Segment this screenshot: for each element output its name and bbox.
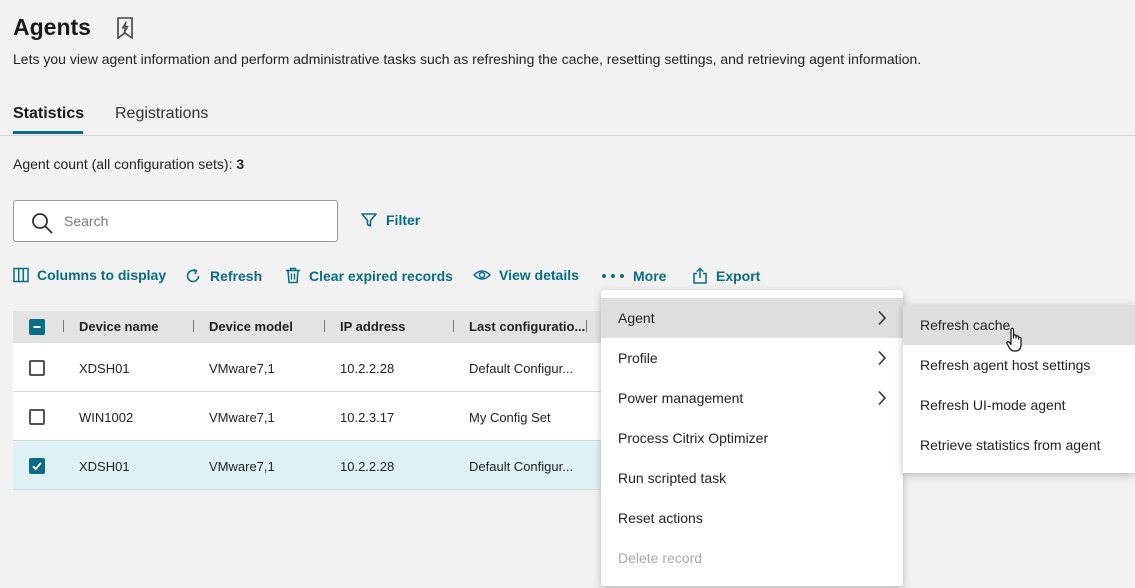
menu-item-label: Process Citrix Optimizer xyxy=(618,430,769,446)
export-icon xyxy=(693,267,707,284)
menu-item-label: Delete record xyxy=(618,550,703,566)
checkmark-icon xyxy=(32,462,42,471)
chevron-right-icon xyxy=(878,350,887,366)
more-dots-icon xyxy=(602,274,624,278)
menu-item-label: Power management xyxy=(618,390,744,406)
eye-icon xyxy=(473,270,491,280)
menu-item-label: Run scripted task xyxy=(618,470,727,486)
tab-registrations[interactable]: Registrations xyxy=(115,105,208,123)
chevron-right-icon xyxy=(878,390,887,406)
clear-expired-records-button[interactable]: Clear expired records xyxy=(285,267,453,284)
menu-item-profile[interactable]: Profile xyxy=(601,338,903,378)
column-separator[interactable] xyxy=(324,320,325,332)
chevron-right-icon xyxy=(878,310,887,326)
trash-icon xyxy=(286,267,300,284)
menu-item-label: Reset actions xyxy=(618,510,703,526)
submenu-item-refresh-ui-mode-agent[interactable]: Refresh UI-mode agent xyxy=(903,385,1135,425)
column-header-device-name[interactable]: Device name xyxy=(79,319,159,334)
agent-count-label: Agent count (all configuration sets): xyxy=(13,156,237,172)
filter-label: Filter xyxy=(386,212,421,228)
cell-last-configuration: My Config Set xyxy=(469,410,551,425)
columns-to-display-button[interactable]: Columns to display xyxy=(13,267,166,283)
page-description: Lets you view agent information and perf… xyxy=(13,51,922,67)
cell-device-name: XDSH01 xyxy=(79,459,130,474)
row-checkbox[interactable] xyxy=(29,360,45,376)
column-header-device-model[interactable]: Device model xyxy=(209,319,293,334)
menu-item-label: Agent xyxy=(618,310,655,326)
export-button[interactable]: Export xyxy=(692,267,760,284)
refresh-icon xyxy=(186,268,200,283)
column-separator[interactable] xyxy=(586,320,587,332)
cell-device-model: VMware7,1 xyxy=(209,459,275,474)
view-details-label: View details xyxy=(499,267,579,283)
active-tab-indicator xyxy=(13,131,83,134)
cell-ip-address: 10.2.2.28 xyxy=(340,459,395,474)
tabs-divider xyxy=(0,135,1135,136)
cell-last-configuration: Default Configur... xyxy=(469,361,574,376)
cell-device-model: VMware7,1 xyxy=(209,410,275,425)
hand-pointer-cursor-icon xyxy=(1006,327,1022,352)
column-header-last-configuration[interactable]: Last configuratio... xyxy=(469,319,585,334)
column-separator[interactable] xyxy=(193,320,194,332)
cell-device-name: XDSH01 xyxy=(79,361,130,376)
clear-expired-records-label: Clear expired records xyxy=(309,267,453,284)
cell-last-configuration: Default Configur... xyxy=(469,459,574,474)
agent-count: Agent count (all configuration sets): 3 xyxy=(13,156,244,172)
columns-icon xyxy=(13,267,29,283)
menu-item-power-management[interactable]: Power management xyxy=(601,378,903,418)
agent-count-value: 3 xyxy=(236,156,245,172)
menu-item-label: Profile xyxy=(618,350,658,366)
search-icon xyxy=(32,213,53,234)
more-menu: Agent Profile Power management Process C… xyxy=(601,290,903,586)
more-button[interactable]: More xyxy=(601,268,666,284)
cell-ip-address: 10.2.2.28 xyxy=(340,361,395,376)
select-all-checkbox[interactable] xyxy=(29,319,45,335)
menu-item-reset-actions[interactable]: Reset actions xyxy=(601,498,903,538)
menu-item-agent[interactable]: Agent xyxy=(601,298,903,338)
menu-item-delete-record: Delete record xyxy=(601,538,903,578)
page-title: Agents xyxy=(13,14,91,40)
row-checkbox-checked[interactable] xyxy=(29,458,45,474)
cell-device-model: VMware7,1 xyxy=(209,361,275,376)
menu-item-run-scripted-task[interactable]: Run scripted task xyxy=(601,458,903,498)
row-checkbox[interactable] xyxy=(29,409,45,425)
column-header-ip-address[interactable]: IP address xyxy=(340,319,406,334)
tab-statistics[interactable]: Statistics xyxy=(13,105,84,123)
cell-ip-address: 10.2.3.17 xyxy=(340,410,395,425)
cell-device-name: WIN1002 xyxy=(79,410,134,425)
submenu-item-retrieve-statistics[interactable]: Retrieve statistics from agent xyxy=(903,425,1135,465)
indeterminate-icon xyxy=(33,326,41,328)
refresh-label: Refresh xyxy=(210,268,263,284)
search-input[interactable] xyxy=(64,209,324,233)
column-separator[interactable] xyxy=(453,320,454,332)
bookmark-icon[interactable] xyxy=(115,17,135,39)
filter-icon xyxy=(361,213,377,227)
view-details-button[interactable]: View details xyxy=(473,267,579,283)
column-separator[interactable] xyxy=(63,320,64,332)
export-label: Export xyxy=(716,267,761,284)
menu-item-process-citrix-optimizer[interactable]: Process Citrix Optimizer xyxy=(601,418,903,458)
filter-button[interactable]: Filter xyxy=(360,211,420,229)
more-label: More xyxy=(633,268,667,284)
refresh-button[interactable]: Refresh xyxy=(184,267,262,285)
search-box[interactable] xyxy=(13,200,338,242)
columns-label: Columns to display xyxy=(37,267,167,283)
